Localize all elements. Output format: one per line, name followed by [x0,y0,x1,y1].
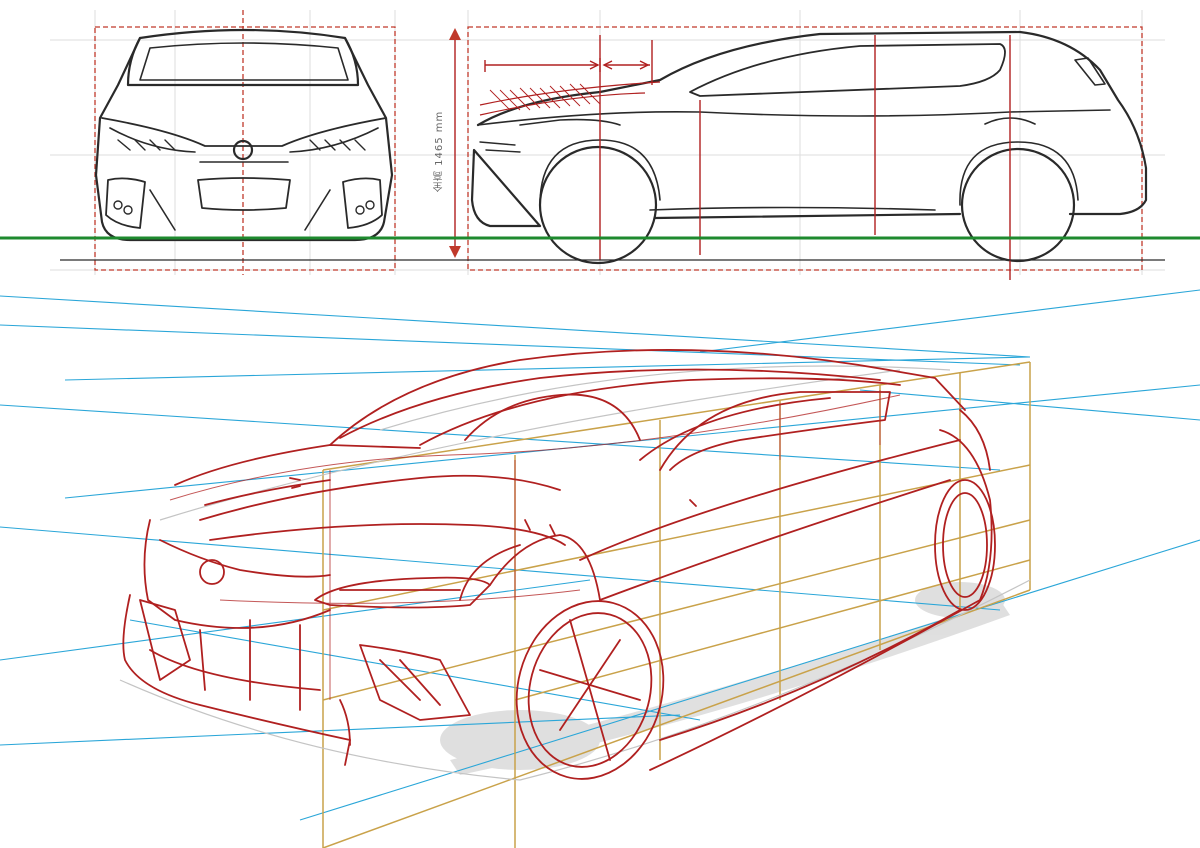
front-view [94,28,394,242]
height-dimension-label: 全高 1465 mm [434,110,445,192]
side-view [470,30,1148,265]
ground-shadow [440,582,1010,775]
side-view-construction [454,35,1011,280]
perspective-car-details [169,390,901,700]
sketch-canvas: 全高 1465 mm [0,0,1200,848]
reference-grid [50,10,1165,275]
car-design-sketch [0,10,1200,848]
orthographic-views [0,10,1200,280]
perspective-view [0,289,1200,848]
